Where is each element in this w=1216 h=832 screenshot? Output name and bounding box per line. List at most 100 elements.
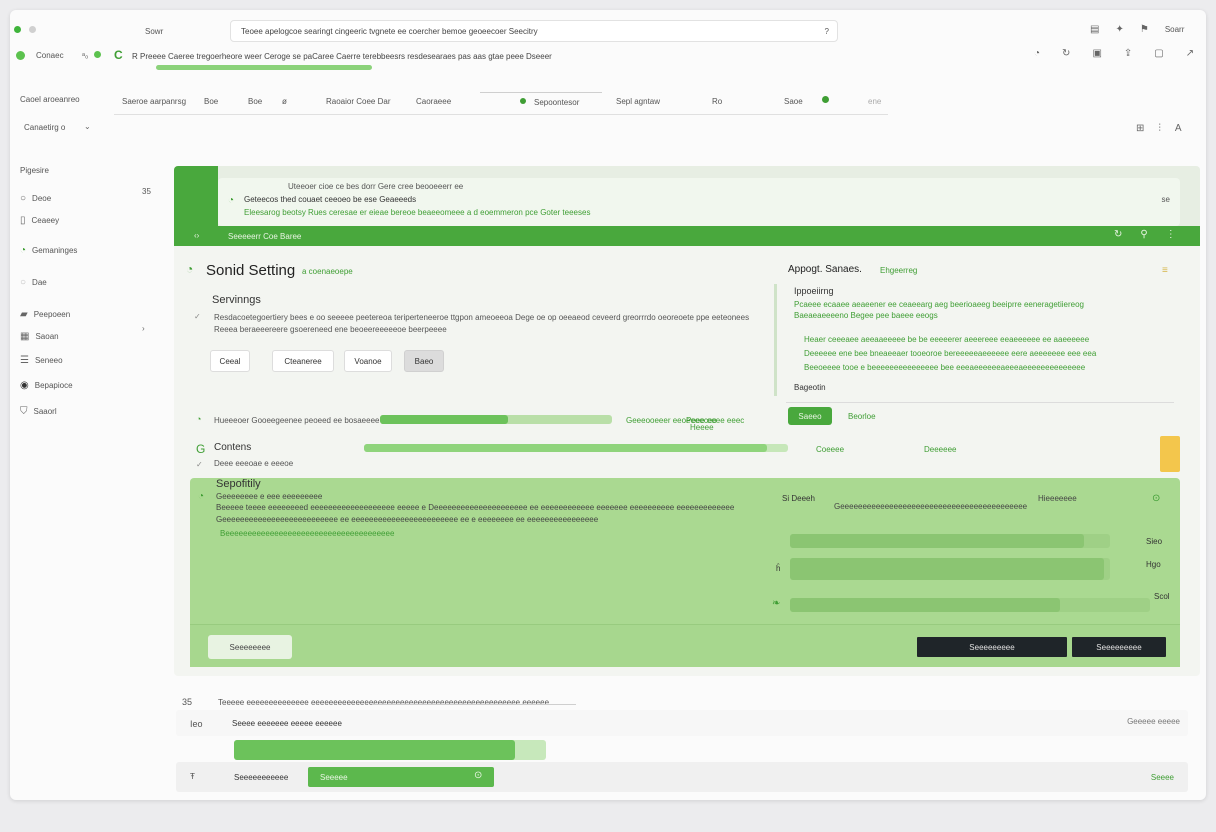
sidebar-item-6[interactable]: ☰ Seneeo — [20, 350, 63, 368]
star-icon[interactable]: ✦ — [1115, 25, 1123, 35]
address-bar[interactable]: Teoee apelogcoe searingt cingeeric tvgne… — [230, 20, 838, 42]
right-button-side[interactable]: Beorloe — [848, 412, 876, 421]
footer-row-2: Ieo Seeee eeeeeee eeeee eeeeee Geeeee ee… — [176, 710, 1188, 736]
list-icon[interactable]: ≡ — [1162, 266, 1168, 276]
bookmark-icon[interactable]: ▤ — [1090, 25, 1099, 35]
security-row-0: Sieo — [790, 534, 1170, 548]
loading-bar — [156, 65, 372, 70]
footer-progress-track — [234, 740, 546, 760]
toolbar: Saeroe aarpanrsg Boe Boe ø Raoaior Coee … — [114, 88, 888, 115]
sidebar-item-3[interactable]: ○ Dae — [20, 272, 47, 290]
tab-2[interactable]: Conaec — [36, 51, 64, 60]
toolbar-tab-active[interactable]: Sepoontesor — [480, 92, 602, 111]
check-icon: ✓ — [194, 312, 201, 321]
chevron-down-icon[interactable]: ⌄ — [84, 122, 91, 132]
secondary-address: R Preeee Caeree tregoerheore weer Ceroge… — [132, 52, 552, 61]
profile-label[interactable]: Soarr — [1165, 25, 1185, 35]
voice-button[interactable]: Voanoe — [344, 350, 392, 372]
right-divider-h — [786, 402, 1174, 403]
save-small-button[interactable]: Saeeo — [788, 407, 832, 425]
contens-sub: Deee eeeoae e eeeoe — [214, 459, 294, 468]
save-button[interactable]: Seeeeeeeee — [917, 637, 1067, 657]
window-min-dot[interactable] — [29, 26, 36, 33]
sidebar-item-2[interactable]: ◔ Gemaninges — [20, 240, 77, 258]
more-icon[interactable]: ⋮ — [1166, 230, 1176, 240]
security-right-tag: Hieeeeeee — [1038, 494, 1077, 503]
toast-body: Eleesarog beotsy Rues ceresae er eieae b… — [244, 208, 591, 217]
footer-row-3-label: Seeeeeeeeeee — [234, 773, 289, 782]
sidebar-item-8[interactable]: ⛉ Saaorl — [20, 401, 57, 419]
toolbar-item-2[interactable]: Boe — [204, 97, 218, 106]
security-row-bar — [790, 558, 1110, 580]
chat-icon[interactable]: ◔ — [1034, 49, 1040, 59]
right-line-2: Baeaeaeeeeno Begee pee baeee eeogs — [794, 311, 938, 320]
print-icon[interactable]: ▣ — [1092, 49, 1101, 59]
footer-line-1: Teeeee eeeeeeeeeeeeee eeeeeeeeeeeeeeeeee… — [218, 698, 550, 707]
security-sub: Geeeeeeee e eee eeeeeeeee — [216, 492, 323, 501]
cancel-button[interactable]: Ceeal — [210, 350, 250, 372]
font-icon[interactable]: A — [1175, 124, 1182, 134]
sidebar-item-label: Deoe — [32, 194, 52, 203]
toolbar-item-5[interactable]: Raoaior Coee Dar — [326, 97, 390, 106]
lock-icon[interactable]: ⊙ — [1152, 494, 1160, 504]
progress-fill-2 — [364, 444, 767, 452]
grid-icon[interactable]: ⊞ — [1136, 124, 1144, 134]
sidebar-item-1[interactable]: ▯ Ceaeey — [20, 210, 59, 228]
toolbar-item-9[interactable]: Ro — [712, 97, 722, 106]
circle-icon: ○ — [20, 193, 27, 204]
right-para-3: Beeoeeee tooe e beeeeeeeeeeeeeee bee eee… — [804, 363, 1086, 372]
status-dot — [16, 51, 25, 60]
progress-icon: ◔ — [196, 414, 202, 424]
expand-icon[interactable]: ↗ — [1186, 49, 1194, 59]
sliders-icon[interactable]: ⫶ — [1158, 124, 1161, 134]
window-controls — [14, 26, 36, 33]
sidebar-item-7[interactable]: ◉ Bepapioce — [20, 375, 73, 393]
footer-search-input[interactable]: Seeeee ⊙ — [308, 767, 494, 787]
toolbar-item-1[interactable]: Saeroe aarpanrsg — [122, 97, 186, 106]
sidebar-item-label: Seneeo — [34, 356, 63, 365]
sidebar: Pigesire 35 ○ Deoe ▯ Ceaeey ◔ Gemaninges ○ D… — [14, 160, 158, 430]
security-right-text: Geeeeeeeeeeeeeeeeeeeeeeeeeeeeeeeeeeeeeee… — [834, 502, 1028, 511]
toast-close[interactable]: se — [1162, 195, 1170, 204]
security-line-1: Beeeee teeee eeeeeeeed eeeeeeeeeeeeeeeee… — [216, 503, 735, 512]
sidebar-item-label: Ceaeey — [31, 216, 60, 225]
sidebar-item-5[interactable]: ▦ Saoan — [20, 326, 59, 344]
security-row-fill — [790, 598, 1060, 612]
sidebar-item-4[interactable]: ▰ Peepoeen — [20, 304, 70, 322]
toolbar-left-sub[interactable]: Canaetirg o — [24, 123, 65, 132]
window-close-dot[interactable] — [14, 26, 21, 33]
leaf-icon: ❧ — [772, 598, 781, 609]
right-divider — [774, 284, 777, 396]
toolbar-green-dot — [822, 96, 829, 103]
toolbar-item-3[interactable]: Boe — [248, 97, 262, 106]
refresh-icon[interactable]: ↻ — [1114, 230, 1122, 240]
pin-icon[interactable]: ⚲ — [1140, 230, 1147, 240]
window-icon[interactable]: ▢ — [1154, 49, 1163, 59]
toolbar-item-4[interactable]: ø — [282, 97, 287, 106]
chevron-right-icon[interactable]: › — [142, 324, 145, 334]
header-strip-icons: ↻ ⚲ ⋮ — [1114, 230, 1176, 240]
sidebar-item-label: Dae — [32, 278, 47, 287]
footer-row-2-label: Seeee eeeeeee eeeee eeeeee — [232, 719, 342, 728]
save-secondary-button[interactable]: Seeeeeeeee — [1072, 637, 1166, 657]
toolbar-item-8[interactable]: Sepl agntaw — [616, 97, 660, 106]
security-row-bar — [790, 598, 1150, 612]
toolbar-item-6[interactable]: Caoraeee — [416, 97, 451, 106]
cancel-button[interactable]: Seeeeeeee — [208, 635, 292, 659]
g-icon: G — [196, 442, 206, 456]
refresh-icon[interactable]: ↻ — [1062, 49, 1070, 59]
base-button[interactable]: Baeo — [404, 350, 444, 372]
security-row-2: ❧ Scol — [772, 592, 1170, 612]
contens-right-1: Coeeee — [816, 445, 845, 454]
share-icon[interactable]: ⇪ — [1124, 49, 1132, 59]
right-line-1: Pcaeee ecaaee aeaeener ee ceaeearg aeg b… — [794, 300, 1085, 309]
cleanup-button[interactable]: Cteaneree — [272, 350, 334, 372]
search-icon[interactable]: ⊙ — [474, 771, 482, 781]
security-row-bar — [790, 534, 1110, 548]
security-icon: ◔ — [198, 491, 205, 502]
toast-title: Geteecos thed couaet ceeoeo be ese Geaee… — [244, 195, 417, 204]
tab-title[interactable]: Sowr — [145, 27, 163, 36]
flag-icon[interactable]: ⚑ — [1140, 25, 1149, 35]
sidebar-item-0[interactable]: ○ Deoe — [20, 188, 51, 206]
toolbar-item-10[interactable]: Saoe — [784, 97, 803, 106]
